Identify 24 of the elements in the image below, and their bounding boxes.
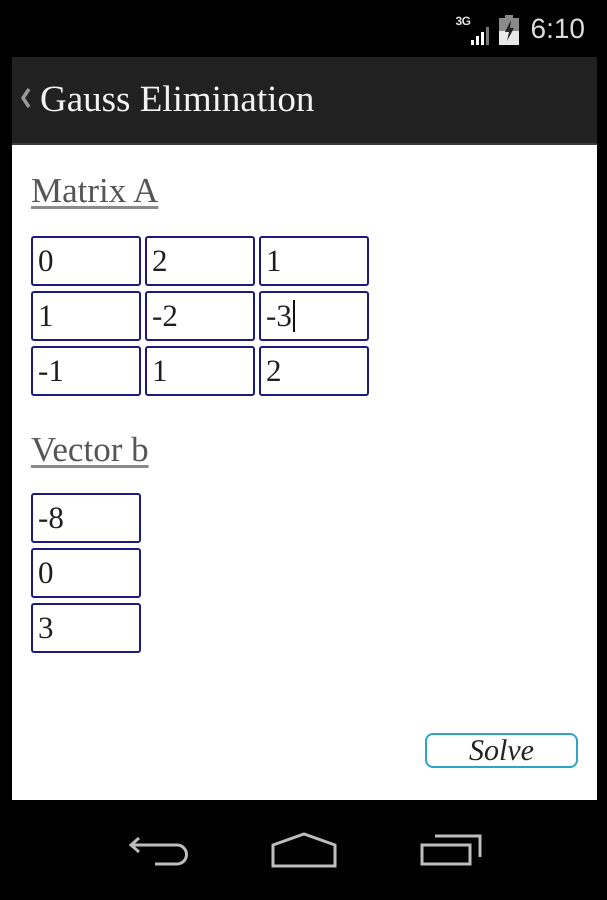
input-field[interactable]: 0 <box>31 236 141 286</box>
back-icon[interactable] <box>128 834 188 866</box>
screen-title: Gauss Elimination <box>40 78 314 122</box>
input-field[interactable]: 2 <box>259 346 369 396</box>
network-type-label: 3G <box>455 14 470 28</box>
chevron-left-icon[interactable] <box>20 87 31 109</box>
home-icon[interactable] <box>271 832 337 868</box>
solve-button[interactable]: Solve <box>425 733 578 768</box>
input-field[interactable]: -2 <box>145 291 255 341</box>
input-field[interactable]: 1 <box>31 291 141 341</box>
input-field[interactable]: 3 <box>31 603 141 653</box>
signal-icon <box>470 26 488 44</box>
input-field[interactable]: -3 <box>259 291 369 341</box>
input-field[interactable]: 0 <box>31 548 141 598</box>
recent-apps-icon[interactable] <box>420 834 482 866</box>
input-field[interactable]: 1 <box>259 236 369 286</box>
battery-charging-icon <box>498 14 518 44</box>
clock-time: 6:10 <box>530 12 585 44</box>
section-heading: Matrix A <box>31 171 158 211</box>
input-field[interactable]: -8 <box>31 493 141 543</box>
section-heading: Vector b <box>31 430 149 470</box>
input-field[interactable]: -1 <box>31 346 141 396</box>
input-field[interactable]: 1 <box>145 346 255 396</box>
input-field[interactable]: 2 <box>145 236 255 286</box>
